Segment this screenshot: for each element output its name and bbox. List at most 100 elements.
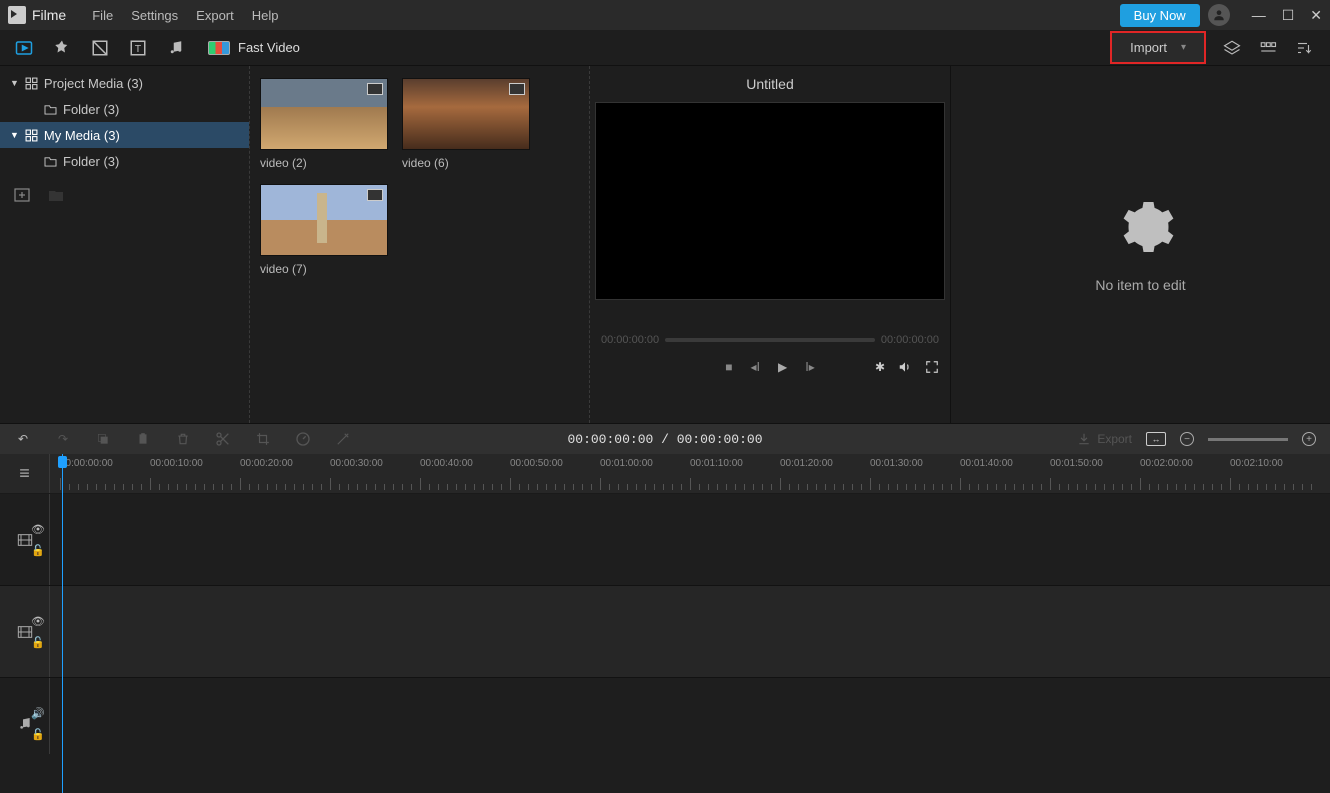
paste-icon[interactable] — [134, 430, 152, 448]
caret-down-icon: ▼ — [10, 78, 19, 88]
main-area: ▼ Project Media (3) Folder (3) ▼ My Medi… — [0, 66, 1330, 424]
svg-text:T: T — [135, 42, 142, 54]
media-thumb[interactable]: video (2) — [260, 78, 388, 170]
toolbar: T Fast Video Import ▾ — [0, 30, 1330, 66]
fast-video-icon — [208, 41, 230, 55]
import-button[interactable]: Import ▾ — [1110, 31, 1206, 64]
titlebar: Filme File Settings Export Help Buy Now … — [0, 0, 1330, 30]
delete-icon[interactable] — [174, 430, 192, 448]
tree-label: Project Media (3) — [44, 76, 143, 91]
delete-folder-icon[interactable] — [48, 188, 64, 202]
audio-tab-icon[interactable] — [166, 38, 186, 58]
grid-icon — [25, 129, 38, 142]
grid-icon — [25, 77, 38, 90]
thumb-label: video (7) — [260, 262, 388, 276]
ruler-label: 00:01:00:00 — [600, 458, 653, 469]
film-icon — [367, 83, 383, 95]
stop-icon[interactable]: ■ — [725, 360, 732, 374]
ruler-label: 00:01:20:00 — [780, 458, 833, 469]
thumb-label: video (6) — [402, 156, 530, 170]
sort-icon[interactable] — [1294, 38, 1314, 58]
chevron-down-icon: ▾ — [1181, 42, 1186, 53]
zoom-out-icon[interactable]: − — [1180, 432, 1194, 446]
layers-icon[interactable] — [1222, 38, 1242, 58]
export-button[interactable]: Export — [1077, 432, 1132, 446]
fast-video-button[interactable]: Fast Video — [208, 40, 300, 55]
next-frame-icon[interactable]: Ⅰ▸ — [805, 360, 815, 374]
volume-icon[interactable] — [897, 360, 913, 374]
eye-icon[interactable]: 👁 — [31, 615, 45, 628]
thumbnail-image — [402, 78, 530, 150]
zoom-slider[interactable] — [1208, 438, 1288, 441]
thumbnail-image — [260, 78, 388, 150]
lock-icon[interactable]: 🔓 — [31, 544, 45, 557]
effects-tab-icon[interactable] — [52, 38, 72, 58]
inspector-empty-text: No item to edit — [1095, 277, 1185, 293]
redo-icon[interactable]: ↷ — [54, 430, 72, 448]
timeline-ruler[interactable]: ≡ 00:00:00:0000:00:10:0000:00:20:0000:00… — [0, 454, 1330, 494]
ruler-menu-icon[interactable]: ≡ — [0, 454, 50, 493]
tree-my-media[interactable]: ▼ My Media (3) — [0, 122, 249, 148]
tree-my-folder[interactable]: Folder (3) — [0, 148, 249, 174]
prev-frame-icon[interactable]: ◂Ⅰ — [750, 360, 760, 374]
zoom-in-icon[interactable]: + — [1302, 432, 1316, 446]
film-icon — [509, 83, 525, 95]
window-close[interactable]: ✕ — [1310, 7, 1322, 24]
app-logo: Filme — [8, 6, 66, 24]
video-track-1[interactable]: 👁🔓 — [0, 494, 1330, 586]
speaker-icon[interactable]: 🔊 — [31, 707, 45, 720]
ruler-label: 00:00:40:00 — [420, 458, 473, 469]
buy-now-button[interactable]: Buy Now — [1120, 4, 1200, 27]
tree-project-folder[interactable]: Folder (3) — [0, 96, 249, 122]
inspector-panel: No item to edit — [950, 66, 1330, 423]
window-maximize[interactable]: ☐ — [1282, 7, 1295, 24]
tree-project-media[interactable]: ▼ Project Media (3) — [0, 70, 249, 96]
timeline-tracks: 👁🔓 👁🔓 🔊🔓 — [0, 494, 1330, 754]
grid-view-icon[interactable] — [1258, 38, 1278, 58]
app-name: Filme — [32, 7, 66, 23]
media-tab-icon[interactable] — [14, 38, 34, 58]
menu-file[interactable]: File — [92, 8, 113, 23]
fit-icon[interactable]: ↔ — [1146, 432, 1166, 446]
copy-icon[interactable] — [94, 430, 112, 448]
thumbnail-image — [260, 184, 388, 256]
play-icon[interactable]: ▶ — [778, 360, 787, 374]
audio-track-1[interactable]: 🔊🔓 — [0, 678, 1330, 754]
color-icon[interactable] — [334, 430, 352, 448]
menu-help[interactable]: Help — [252, 8, 279, 23]
playback-controls: ■ ◂Ⅰ ▶ Ⅰ▸ ✱ — [601, 360, 939, 374]
user-avatar[interactable] — [1208, 4, 1230, 26]
import-label: Import — [1130, 40, 1167, 55]
folder-icon — [44, 103, 57, 116]
speed-icon[interactable] — [294, 430, 312, 448]
tree-label: Folder (3) — [63, 154, 119, 169]
add-folder-icon[interactable] — [14, 188, 30, 202]
crop-icon[interactable] — [254, 430, 272, 448]
menu-settings[interactable]: Settings — [131, 8, 178, 23]
video-track-2[interactable]: 👁🔓 — [0, 586, 1330, 678]
preview-canvas[interactable] — [595, 102, 945, 300]
menu-export[interactable]: Export — [196, 8, 234, 23]
lock-icon[interactable]: 🔓 — [31, 728, 45, 741]
settings-icon[interactable]: ✱ — [875, 360, 885, 374]
transitions-tab-icon[interactable] — [90, 38, 110, 58]
ruler-label: 00:01:40:00 — [960, 458, 1013, 469]
undo-icon[interactable]: ↶ — [14, 430, 32, 448]
fullscreen-icon[interactable] — [925, 360, 939, 374]
lock-icon[interactable]: 🔓 — [31, 636, 45, 649]
ruler-label: 00:02:10:00 — [1230, 458, 1283, 469]
playhead[interactable] — [62, 454, 63, 793]
split-icon[interactable] — [214, 430, 232, 448]
media-thumb[interactable]: video (7) — [260, 184, 388, 276]
media-sidebar: ▼ Project Media (3) Folder (3) ▼ My Medi… — [0, 66, 250, 423]
media-thumb[interactable]: video (6) — [402, 78, 530, 170]
preview-title: Untitled — [746, 76, 793, 92]
eye-icon[interactable]: 👁 — [31, 523, 45, 536]
window-minimize[interactable]: — — [1252, 7, 1266, 24]
text-tab-icon[interactable]: T — [128, 38, 148, 58]
ruler-label: 00:02:00:00 — [1140, 458, 1193, 469]
fast-video-label: Fast Video — [238, 40, 300, 55]
scrub-bar[interactable] — [665, 338, 875, 342]
ruler-label: 00:00:30:00 — [330, 458, 383, 469]
export-label: Export — [1097, 432, 1132, 446]
